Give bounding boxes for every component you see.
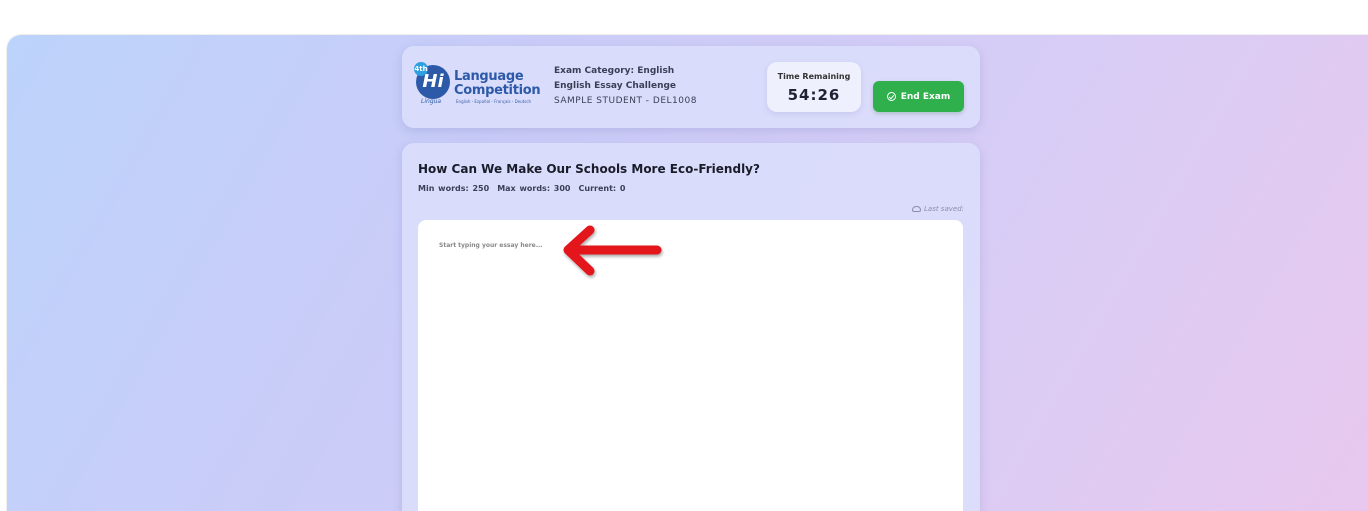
- essay-textarea[interactable]: [418, 220, 963, 511]
- end-exam-button[interactable]: End Exam: [873, 81, 964, 112]
- essay-card: How Can We Make Our Schools More Eco-Fri…: [402, 143, 980, 511]
- cloud-icon: [912, 206, 921, 212]
- logo-edition-badge: 4th: [414, 62, 428, 76]
- logo-tagline: English - Español - Français - Deutsch: [456, 99, 532, 104]
- word-count-stats: Min words: 250 Max words: 300 Current: 0: [418, 184, 633, 193]
- logo-badge-subtext: Lingua: [421, 98, 442, 105]
- student-id: SAMPLE STUDENT - DEL1008: [554, 96, 697, 106]
- app-frame: Hi 4th Lingua Language Competition Engli…: [7, 35, 1368, 511]
- min-words: Min words: 250: [418, 184, 490, 193]
- time-remaining-box: Time Remaining 54:26: [767, 62, 861, 112]
- competition-logo: Hi 4th Lingua Language Competition Engli…: [414, 62, 544, 111]
- time-remaining-label: Time Remaining: [777, 72, 851, 81]
- time-remaining-value: 54:26: [787, 86, 841, 104]
- exam-header: Hi 4th Lingua Language Competition Engli…: [402, 46, 980, 128]
- logo-title-line1: Language: [454, 69, 524, 84]
- last-saved-label: Last saved:: [924, 205, 964, 213]
- logo-title-line2: Competition: [454, 83, 541, 98]
- last-saved-status: Last saved:: [912, 205, 964, 213]
- end-exam-label: End Exam: [900, 91, 951, 102]
- check-circle-icon: [886, 92, 896, 101]
- essay-prompt-title: How Can We Make Our Schools More Eco-Fri…: [418, 162, 760, 176]
- max-words: Max words: 300: [497, 184, 571, 193]
- exam-name: English Essay Challenge: [554, 81, 677, 91]
- exam-info: Exam Category: English English Essay Cha…: [554, 64, 697, 109]
- exam-category: Exam Category: English: [554, 66, 675, 76]
- current-words: Current: 0: [578, 184, 626, 193]
